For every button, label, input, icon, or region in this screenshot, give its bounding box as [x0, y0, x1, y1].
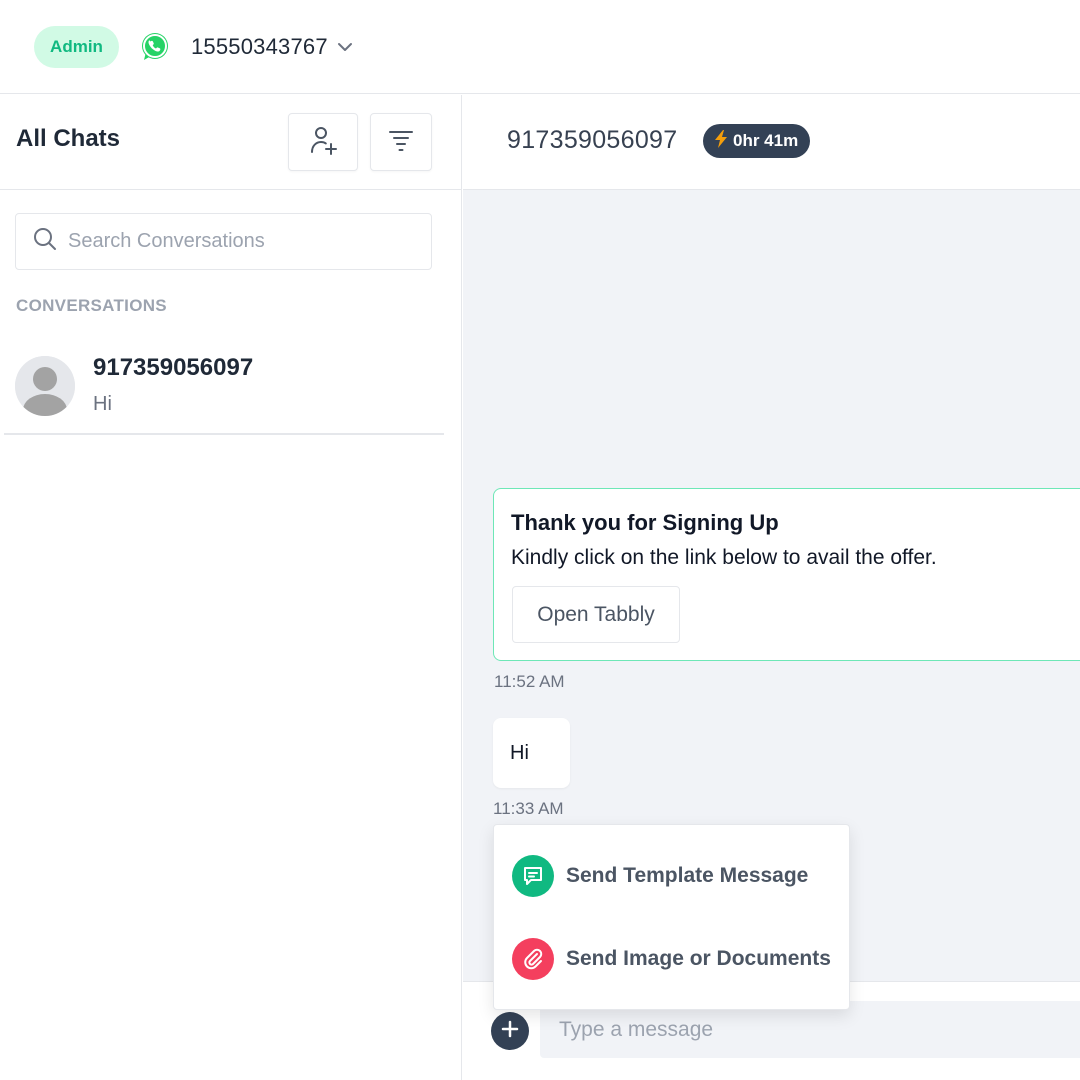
phone-number-selector[interactable]: 15550343767: [191, 30, 354, 64]
conversation-preview: Hi: [93, 393, 112, 415]
chat-header: 917359056097 0hr 41m: [463, 95, 1080, 190]
send-image-or-documents-option[interactable]: Send Image or Documents: [512, 937, 842, 981]
menu-item-label: Send Image or Documents: [566, 947, 831, 970]
open-tabbly-button[interactable]: Open Tabbly: [512, 586, 680, 643]
paperclip-icon: [512, 938, 554, 980]
message-timestamp: 11:52 AM: [494, 672, 565, 691]
search-box[interactable]: [15, 213, 432, 270]
message-icon: [512, 855, 554, 897]
sidebar-header: All Chats: [0, 95, 462, 190]
message-timestamp: 11:33 AM: [493, 799, 564, 818]
role-badge: Admin: [34, 26, 119, 68]
menu-item-label: Send Template Message: [566, 864, 809, 887]
incoming-message-bubble: Hi: [493, 718, 570, 788]
chat-title: 917359056097: [507, 126, 678, 154]
attach-menu: Send Template Message Send Image or Docu…: [493, 824, 850, 1010]
lightning-icon: [713, 129, 729, 154]
conversation-name: 917359056097: [93, 354, 254, 381]
filter-icon: [388, 127, 414, 158]
conversations-heading: CONVERSATIONS: [16, 296, 167, 315]
add-user-icon: [308, 125, 338, 160]
send-template-message-option[interactable]: Send Template Message: [512, 854, 842, 898]
template-title: Thank you for Signing Up: [511, 510, 779, 535]
search-input[interactable]: [68, 230, 408, 253]
add-contact-button[interactable]: [288, 113, 358, 171]
search-icon: [32, 226, 58, 257]
top-bar: Admin 15550343767: [0, 0, 1080, 94]
filter-button[interactable]: [370, 113, 432, 171]
whatsapp-icon: [139, 31, 171, 63]
session-timer: 0hr 41m: [733, 131, 799, 150]
phone-number: 15550343767: [191, 34, 328, 59]
template-message-bubble: Thank you for Signing Up Kindly click on…: [493, 488, 1080, 661]
template-body: Kindly click on the link below to avail …: [511, 546, 937, 569]
plus-icon: [500, 1019, 520, 1044]
session-timer-badge: 0hr 41m: [703, 124, 811, 158]
chat-sidebar: All Chats CONVERSATIONS: [0, 95, 462, 1080]
attach-button[interactable]: [491, 1012, 529, 1050]
default-avatar-icon: [15, 356, 75, 416]
conversation-item[interactable]: 917359056097 Hi: [4, 341, 444, 435]
sidebar-title: All Chats: [16, 125, 121, 152]
chevron-down-icon: [336, 38, 354, 56]
message-text: Hi: [510, 742, 529, 764]
